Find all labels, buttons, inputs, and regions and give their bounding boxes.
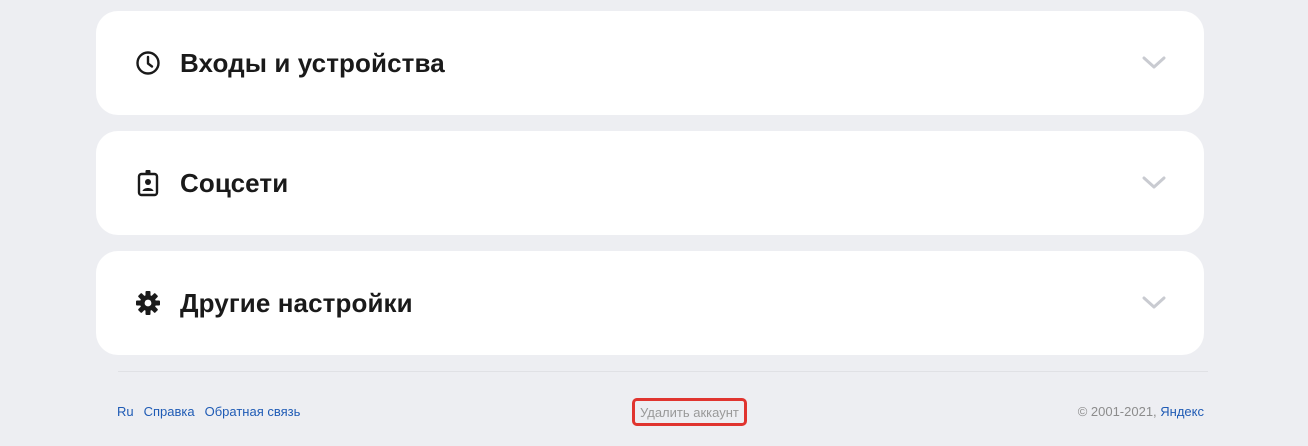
section-social-networks[interactable]: Соцсети <box>96 131 1204 235</box>
chevron-down-icon[interactable] <box>1140 169 1168 197</box>
help-link[interactable]: Справка <box>144 404 195 419</box>
footer: Ru Справка Обратная связь Удалить аккаун… <box>117 398 1204 426</box>
footer-divider <box>118 371 1208 372</box>
chevron-down-icon[interactable] <box>1140 49 1168 77</box>
delete-account-link[interactable]: Удалить аккаунт <box>640 405 739 420</box>
chevron-down-icon[interactable] <box>1140 289 1168 317</box>
section-title: Соцсети <box>180 167 289 198</box>
section-title: Входы и устройства <box>180 47 445 78</box>
copyright: © 2001-2021, Яндекс <box>1078 404 1204 419</box>
feedback-link[interactable]: Обратная связь <box>205 404 301 419</box>
yandex-link[interactable]: Яндекс <box>1160 404 1204 419</box>
copyright-text: © 2001-2021, <box>1077 404 1161 419</box>
badge-icon <box>134 169 162 197</box>
section-logins-devices[interactable]: Входы и устройства <box>96 11 1204 115</box>
page: Входы и устройства Соцсети Другие настро… <box>0 0 1308 446</box>
section-title: Другие настройки <box>180 287 413 318</box>
section-other-settings[interactable]: Другие настройки <box>96 251 1204 355</box>
clock-icon <box>134 49 162 77</box>
delete-account-highlight: Удалить аккаунт <box>632 398 747 426</box>
footer-links: Ru Справка Обратная связь <box>117 404 310 419</box>
gear-icon <box>134 289 162 317</box>
language-link[interactable]: Ru <box>117 404 134 419</box>
